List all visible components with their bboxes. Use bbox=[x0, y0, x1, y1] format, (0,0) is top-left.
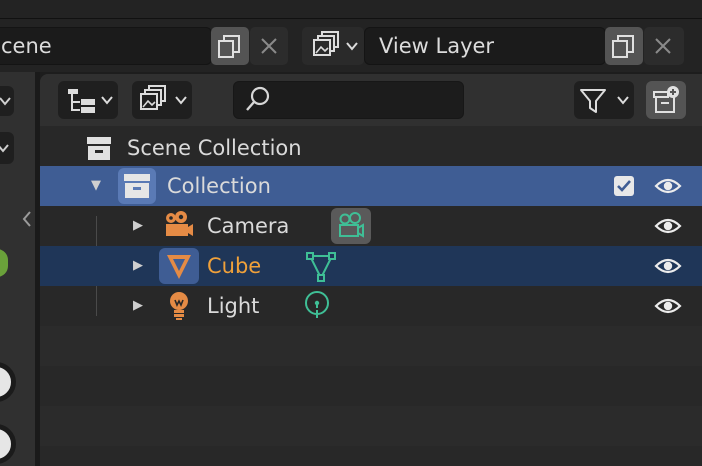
row-label: Light bbox=[207, 294, 260, 318]
close-icon bbox=[261, 38, 277, 54]
outliner-row-light[interactable]: ▶ Light bbox=[40, 286, 702, 326]
search-field[interactable] bbox=[233, 81, 464, 119]
checkmark-icon bbox=[617, 180, 631, 192]
outliner-empty-row bbox=[40, 326, 702, 366]
exclude-checkbox[interactable] bbox=[614, 176, 634, 196]
filter-icon bbox=[580, 89, 606, 113]
chevron-down-icon bbox=[175, 96, 187, 105]
expand-arrow-icon[interactable]: ▶ bbox=[133, 206, 143, 246]
search-icon bbox=[246, 86, 270, 111]
chevron-down-icon bbox=[617, 96, 629, 105]
light-object-icon bbox=[170, 292, 188, 320]
eye-icon[interactable] bbox=[654, 256, 682, 276]
display-mode-button[interactable] bbox=[132, 81, 192, 119]
eye-icon[interactable] bbox=[654, 296, 682, 316]
collection-icon bbox=[124, 174, 150, 198]
outliner-row-cube[interactable]: ▶ Cube bbox=[40, 246, 702, 286]
expand-arrow-icon[interactable]: ▼ bbox=[91, 166, 101, 206]
mesh-object-icon-highlight bbox=[159, 248, 199, 284]
left-dropdown[interactable] bbox=[0, 86, 14, 116]
view-layer-copy-button[interactable] bbox=[605, 27, 643, 65]
outliner-icon bbox=[68, 89, 95, 113]
eye-icon[interactable] bbox=[654, 216, 682, 236]
outliner-empty-row bbox=[40, 366, 702, 406]
view-layer-name-text: View Layer bbox=[379, 34, 495, 58]
mesh-data-icon[interactable] bbox=[304, 249, 338, 283]
scene-collection-icon bbox=[87, 137, 111, 160]
duplicate-icon bbox=[612, 35, 634, 58]
camera-data-icon bbox=[339, 212, 364, 238]
collection-new-icon bbox=[653, 86, 679, 113]
close-icon bbox=[655, 38, 671, 54]
scene-copy-button[interactable] bbox=[211, 27, 249, 65]
outliner-header bbox=[40, 74, 702, 126]
row-label: Collection bbox=[167, 174, 271, 198]
gizmo-ball-2[interactable] bbox=[0, 424, 16, 464]
new-collection-button[interactable] bbox=[646, 81, 686, 119]
row-label: Camera bbox=[207, 214, 290, 238]
filter-button[interactable] bbox=[574, 81, 634, 119]
camera-data-button[interactable] bbox=[331, 208, 371, 244]
eye-icon[interactable] bbox=[654, 176, 682, 196]
outliner-editor: Scene Collection ▼ Collection ▶ Camera ▶… bbox=[40, 74, 702, 466]
header-divider bbox=[0, 18, 702, 19]
gizmo-ball[interactable] bbox=[0, 362, 16, 402]
outliner-empty-row bbox=[40, 406, 702, 446]
duplicate-icon bbox=[218, 35, 240, 58]
view-layer-browse-button[interactable] bbox=[302, 27, 364, 65]
light-data-icon[interactable] bbox=[300, 289, 334, 323]
chevron-down-icon bbox=[101, 96, 113, 105]
properties-panel-edge bbox=[0, 72, 35, 466]
scene-remove-button[interactable] bbox=[250, 27, 288, 65]
expand-arrow-icon[interactable]: ▶ bbox=[133, 246, 143, 286]
chevron-down-icon bbox=[0, 97, 11, 106]
collection-icon-highlight bbox=[118, 168, 156, 204]
chevron-down-icon bbox=[0, 144, 9, 153]
camera-object-icon bbox=[166, 211, 193, 236]
row-label-active: Cube bbox=[207, 254, 262, 278]
mesh-object-icon bbox=[167, 255, 191, 279]
chevron-down-icon bbox=[346, 42, 358, 51]
scene-name-field[interactable]: cene bbox=[0, 27, 212, 65]
outliner-row-scene-collection[interactable]: Scene Collection bbox=[40, 128, 702, 168]
outliner-row-camera[interactable]: ▶ Camera bbox=[40, 206, 702, 246]
render-layers-icon bbox=[140, 85, 166, 110]
view-layer-name-field[interactable]: View Layer bbox=[364, 27, 606, 65]
collapse-arrow-icon[interactable] bbox=[20, 208, 34, 230]
outliner-row-collection[interactable]: ▼ Collection bbox=[40, 166, 702, 206]
left-dropdown-2[interactable] bbox=[0, 132, 14, 164]
editor-type-button[interactable] bbox=[58, 81, 118, 119]
view-layer-remove-button[interactable] bbox=[644, 27, 684, 65]
expand-arrow-icon[interactable]: ▶ bbox=[133, 286, 143, 326]
row-label: Scene Collection bbox=[127, 136, 302, 160]
status-indicator bbox=[0, 249, 8, 277]
scene-name-text: cene bbox=[1, 34, 52, 58]
